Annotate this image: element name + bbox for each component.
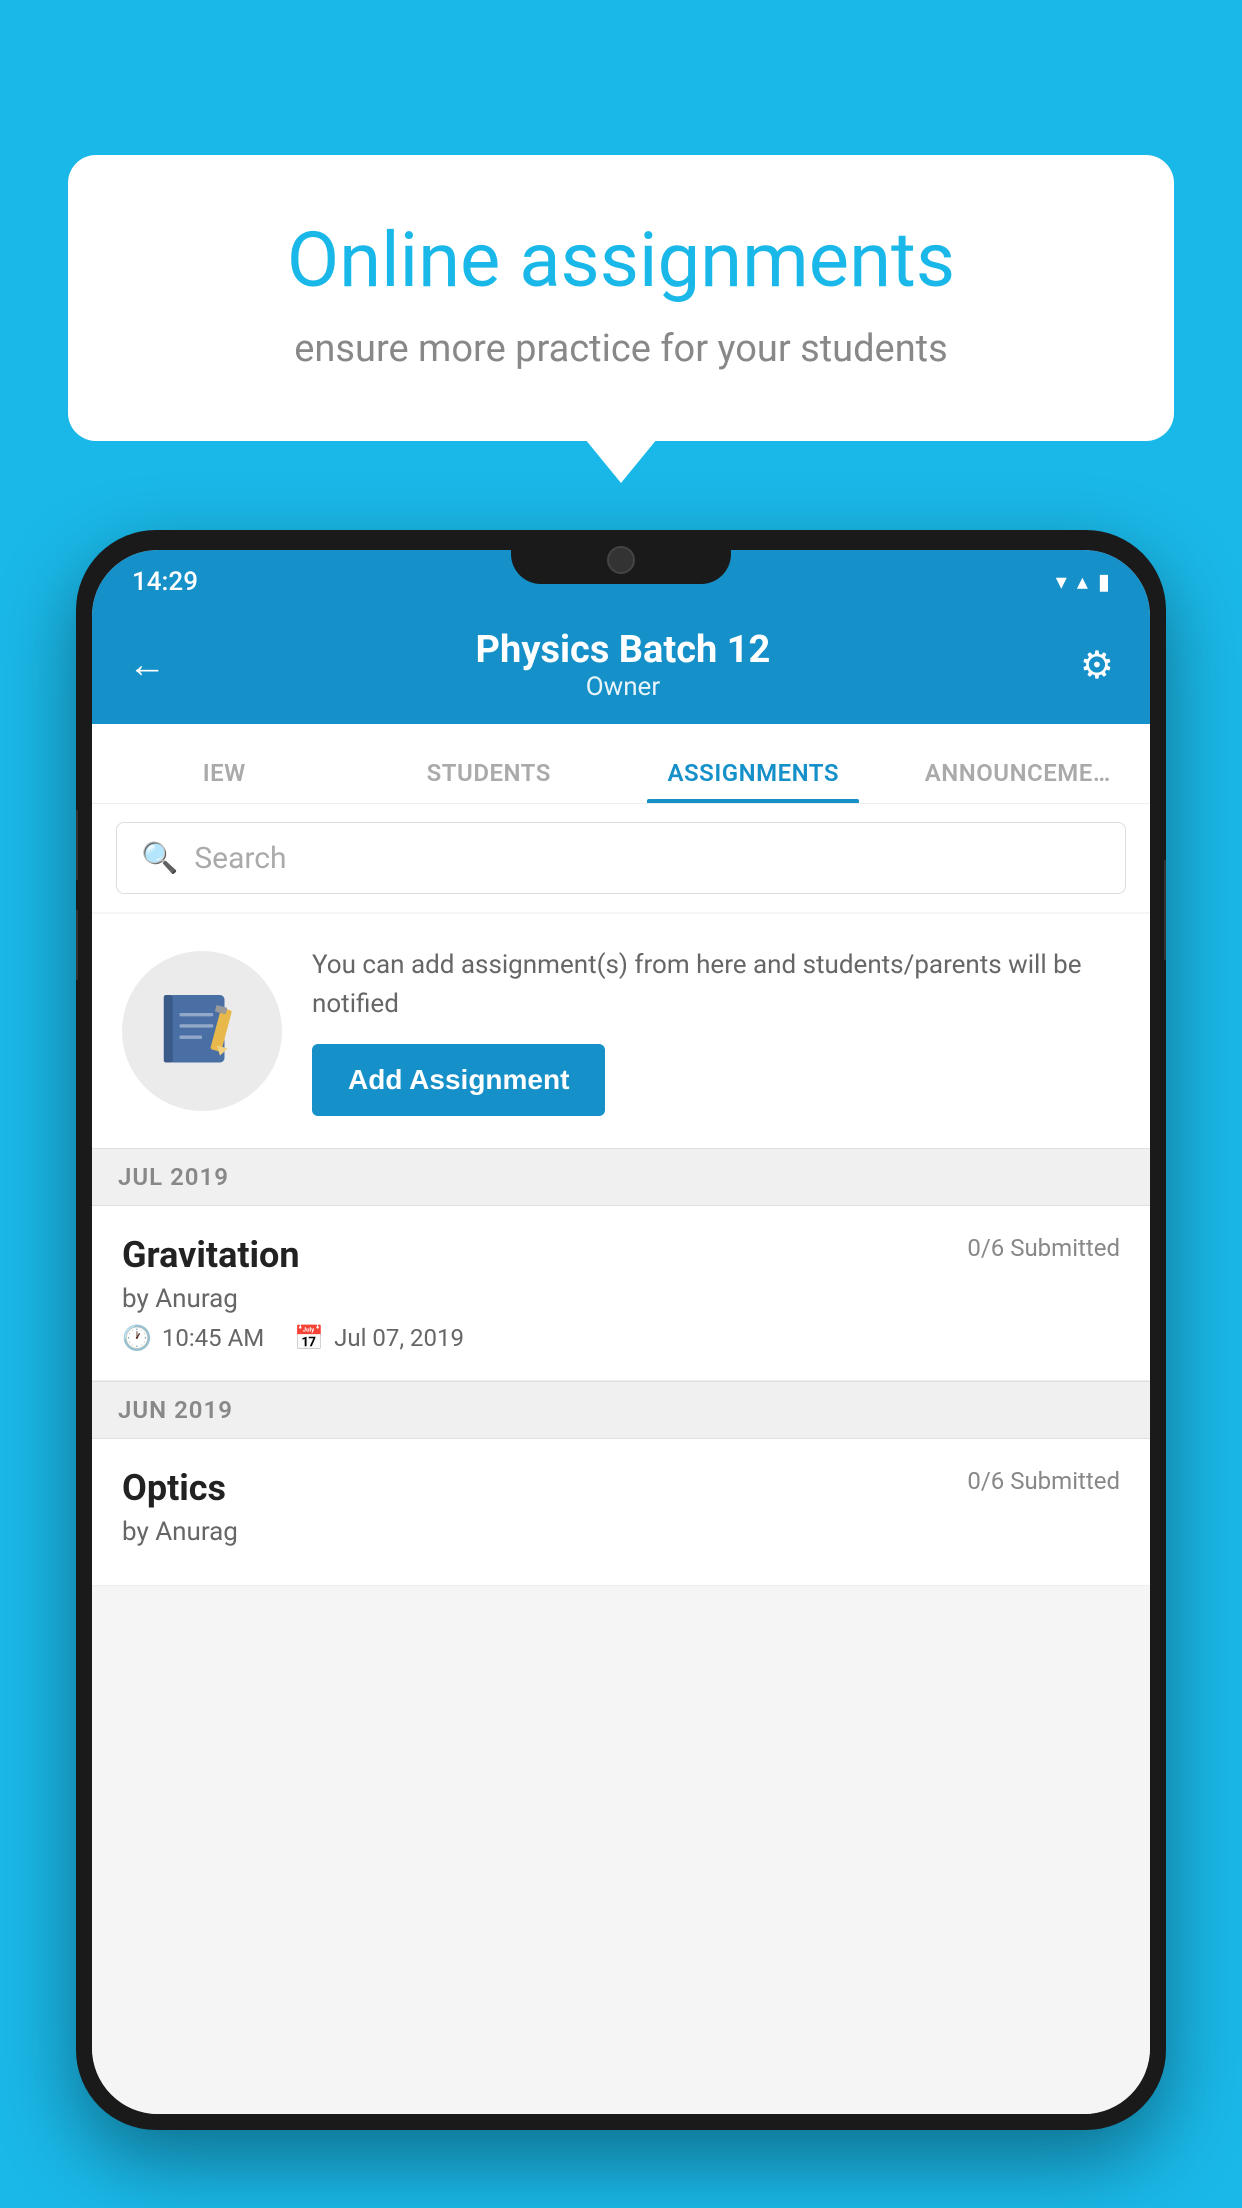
header-title: Physics Batch 12 [476,628,771,672]
tabs-bar: IEW STUDENTS ASSIGNMENTS ANNOUNCEME… [92,724,1150,804]
search-placeholder: Search [194,841,286,876]
settings-icon[interactable]: ⚙ [1080,643,1114,688]
assignment-icon-circle [122,951,282,1111]
notebook-svg-icon [157,986,247,1076]
app-header: ← Physics Batch 12 Owner ⚙ [92,606,1150,724]
add-assignment-description: You can add assignment(s) from here and … [312,946,1120,1024]
assignment-item-header: Gravitation 0/6 Submitted [122,1234,1120,1276]
optics-submitted: 0/6 Submitted [967,1467,1120,1495]
optics-item-header: Optics 0/6 Submitted [122,1467,1120,1509]
add-assignment-button[interactable]: Add Assignment [312,1044,605,1116]
assignment-time: 🕐 10:45 AM [122,1324,264,1352]
phone-container: 14:29 ▾ ▴ ▮ ← Physics Batch 12 Owner ⚙ I… [76,530,1166,2208]
phone-notch [511,530,731,584]
header-center: Physics Batch 12 Owner [476,628,771,702]
tab-announcements[interactable]: ANNOUNCEME… [886,759,1151,803]
assignment-item-optics[interactable]: Optics 0/6 Submitted by Anurag [92,1439,1150,1586]
clock-icon: 🕐 [122,1324,152,1352]
optics-name: Optics [122,1467,226,1509]
status-time: 14:29 [132,567,198,597]
signal-icon: ▴ [1077,570,1088,595]
assignment-name: Gravitation [122,1234,300,1276]
power-button [1164,860,1166,960]
assignment-by: by Anurag [122,1284,1120,1314]
content-area: 🔍 Search [92,804,1150,2114]
volume-down-button [76,910,78,980]
assignment-date-value: Jul 07, 2019 [334,1324,464,1352]
battery-icon: ▮ [1098,570,1110,595]
search-bar[interactable]: 🔍 Search [116,822,1126,894]
wifi-icon: ▾ [1056,570,1067,595]
section-jun-2019: JUN 2019 [92,1381,1150,1439]
header-subtitle: Owner [476,672,771,702]
camera [607,546,635,574]
bubble-title: Online assignments [148,215,1094,305]
tab-iew[interactable]: IEW [92,759,357,803]
search-bar-container: 🔍 Search [92,804,1150,912]
calendar-icon: 📅 [294,1324,324,1352]
phone-device: 14:29 ▾ ▴ ▮ ← Physics Batch 12 Owner ⚙ I… [76,530,1166,2130]
assignment-meta: 🕐 10:45 AM 📅 Jul 07, 2019 [122,1324,1120,1352]
speech-bubble-container: Online assignments ensure more practice … [68,155,1174,441]
optics-by: by Anurag [122,1517,1120,1547]
add-assignment-card: You can add assignment(s) from here and … [92,914,1150,1148]
add-assignment-right: You can add assignment(s) from here and … [312,946,1120,1116]
tab-students[interactable]: STUDENTS [357,759,622,803]
assignment-date: 📅 Jul 07, 2019 [294,1324,464,1352]
speech-bubble: Online assignments ensure more practice … [68,155,1174,441]
assignment-time-value: 10:45 AM [162,1324,264,1352]
volume-up-button [76,810,78,880]
assignment-item-gravitation[interactable]: Gravitation 0/6 Submitted by Anurag 🕐 10… [92,1206,1150,1381]
search-icon: 🔍 [141,841,178,876]
status-icons: ▾ ▴ ▮ [1056,570,1110,595]
back-button[interactable]: ← [128,643,166,687]
phone-screen: 14:29 ▾ ▴ ▮ ← Physics Batch 12 Owner ⚙ I… [92,550,1150,2114]
bubble-subtitle: ensure more practice for your students [148,327,1094,371]
assignment-submitted: 0/6 Submitted [967,1234,1120,1262]
section-jul-2019: JUL 2019 [92,1148,1150,1206]
tab-assignments[interactable]: ASSIGNMENTS [621,759,886,803]
